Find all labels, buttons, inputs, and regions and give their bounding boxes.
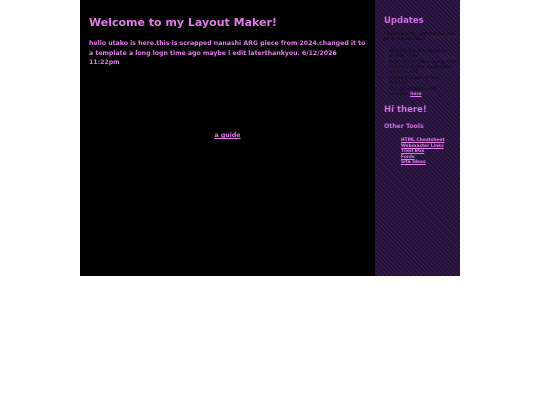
intro-text: hello utako is here.this is scrapped nan… [89,40,366,66]
tool-link-tiled-bgs[interactable]: Tiled BGs [401,149,424,154]
main-content: Welcome to my Layout Maker! hello utako … [80,0,375,276]
tool-item: Site Ideas [401,160,456,165]
updates-list: Rewrote the JS to generate cleaner code … [384,49,456,98]
update-item: Rewrote the JS to generate cleaner code [389,49,456,60]
tool-link-html-cheatsheet[interactable]: HTML Cheatsheet [401,138,445,143]
old-version-link[interactable]: here [410,92,421,97]
old-version-item: The old version is still available here [389,87,456,98]
page-title: Welcome to my Layout Maker! [89,16,277,29]
tools-heading: Other Tools [384,123,424,131]
update-item: Added a couple of new features! [389,76,456,87]
update-item: Rewrote the CSS in a way that hopefully … [389,60,456,76]
layout-container: Welcome to my Layout Maker! hello utako … [80,0,460,276]
hi-heading: Hi there! [384,105,427,116]
tool-link-site-ideas[interactable]: Site Ideas [401,160,426,165]
updates-heading: Updates [384,16,424,26]
tools-list: HTML Cheatsheet Webmaster Links Tiled BG… [384,138,456,165]
updated-note: I have recently updated this tool as of … [384,32,456,43]
guide-link[interactable]: a guide [80,132,375,139]
tool-link-fonts[interactable]: Fonts [401,155,415,160]
sidebar: Updates I have recently updated this too… [375,0,460,276]
